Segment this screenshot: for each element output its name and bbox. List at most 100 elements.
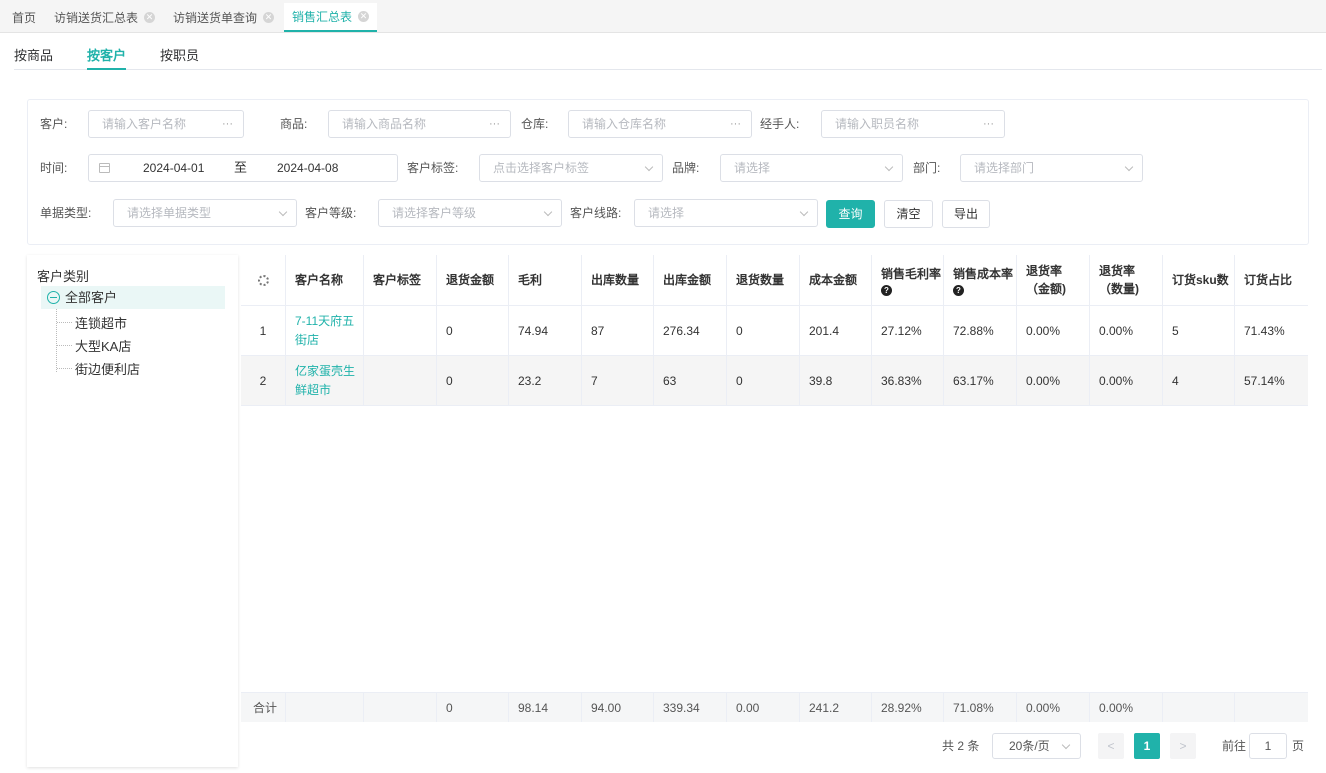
page-tabbar: 首页 访销送货汇总表 ✕ 访销送货单查询 ✕ 销售汇总表 ✕ [0,0,1326,33]
tree-node-convenience-store[interactable]: 街边便利店 [56,359,140,378]
header-return-qty[interactable]: 退货数量 [727,255,800,305]
main-content: 按商品 按客户 按职员 客户: 请输入客户名称 ··· 商品: 请输入商品名称 ··… [0,33,1326,773]
header-return-rate-amount[interactable]: 退货率（金额) [1017,255,1090,305]
table-row[interactable]: 2 亿家蛋壳生鲜超市 0 23.2 7 63 0 39.8 36.83% 63.… [241,356,1308,406]
tab-visit-delivery-summary[interactable]: 访销送货汇总表 ✕ [46,3,163,32]
tab-label: 访销送货汇总表 [54,11,139,25]
brand-select[interactable]: 请选择 [720,154,903,182]
help-icon[interactable]: ? [881,284,892,296]
header-label: 销售毛利率 [881,266,942,281]
customer-level-label: 客户等级: [305,206,357,220]
out-qty-cell: 87 [582,306,654,355]
customer-tag-select[interactable]: 点击选择客户标签 [479,154,663,182]
gross-profit-cell: 74.94 [509,306,582,355]
handler-input[interactable]: 请输入职员名称 ··· [821,110,1005,138]
summary-gross-profit: 98.14 [509,693,582,722]
product-placeholder: 请输入商品名称 [342,117,427,131]
row-index: 1 [241,306,286,355]
tree-node-chain-supermarket[interactable]: 连锁超市 [56,313,127,332]
prev-page-button[interactable]: < [1098,733,1124,759]
customer-name-link[interactable]: 7-11天府五街店 [295,312,363,350]
header-margin-rate[interactable]: 销售毛利率 ? [872,255,944,305]
table-summary-row: 合计 0 98.14 94.00 339.34 0.00 241.2 28.92… [241,692,1308,722]
header-return-rate-qty[interactable]: 退货率（数量) [1090,255,1163,305]
close-icon[interactable]: ✕ [144,12,156,23]
query-button[interactable]: 查询 [826,200,875,228]
date-end[interactable]: 2024-04-08 [277,155,338,181]
clear-button[interactable]: 清空 [884,200,933,228]
more-icon[interactable]: ··· [983,111,994,137]
filter-panel: 客户: 请输入客户名称 ··· 商品: 请输入商品名称 ··· 仓库: 请输入仓库名… [27,99,1309,245]
more-icon[interactable]: ··· [730,111,741,137]
customer-tag-label: 客户标签: [407,161,459,175]
header-sku-count[interactable]: 订货sku数 [1163,255,1235,305]
header-customer-name[interactable]: 客户名称 [286,255,364,305]
tab-by-employee[interactable]: 按职员 [160,45,199,64]
summary-return-rate-qty: 0.00% [1090,693,1163,722]
gear-icon[interactable] [257,274,269,286]
department-placeholder: 请选择部门 [974,161,1035,175]
department-select[interactable]: 请选择部门 [960,154,1143,182]
tab-label: 首页 [12,11,37,25]
handler-placeholder: 请输入职员名称 [835,117,920,131]
header-return-amount[interactable]: 退货金额 [437,255,509,305]
customer-route-select[interactable]: 请选择 [634,199,818,227]
goto-label: 前往 [1222,739,1247,753]
customer-level-select[interactable]: 请选择客户等级 [378,199,562,227]
more-icon[interactable]: ··· [222,111,233,137]
product-input[interactable]: 请输入商品名称 ··· [328,110,511,138]
page-size-select[interactable]: 20条/页 [992,733,1081,759]
customer-placeholder: 请输入客户名称 [102,117,187,131]
cost-amount-cell: 39.8 [800,356,872,405]
export-button[interactable]: 导出 [942,200,990,228]
summary-cost-amount: 241.2 [800,693,872,722]
help-icon[interactable]: ? [953,284,964,296]
goto-page-input[interactable]: 1 [1249,733,1287,759]
tab-by-product[interactable]: 按商品 [14,45,53,64]
column-settings-cell[interactable] [241,255,286,305]
page-number-current[interactable]: 1 [1134,733,1160,759]
chevron-down-icon [644,162,654,172]
tab-sales-summary[interactable]: 销售汇总表 ✕ [284,3,378,32]
doc-type-select[interactable]: 请选择单据类型 [113,199,297,227]
header-cost-rate[interactable]: 销售成本率 ? [944,255,1017,305]
summary-cost-rate: 71.08% [944,693,1017,722]
close-icon[interactable]: ✕ [263,12,275,23]
return-rate-qty-cell: 0.00% [1090,356,1163,405]
summary-return-qty: 0.00 [727,693,800,722]
customer-tag-placeholder: 点击选择客户标签 [493,161,590,175]
order-share-cell: 71.43% [1244,323,1285,338]
tree-node-large-ka-store[interactable]: 大型KA店 [56,336,131,355]
header-out-amount[interactable]: 出库金额 [654,255,727,305]
more-icon[interactable]: ··· [489,111,500,137]
chevron-down-icon [278,207,288,217]
cost-rate-cell: 72.88% [944,306,1017,355]
header-out-qty[interactable]: 出库数量 [582,255,654,305]
return-rate-amount-cell: 0.00% [1017,356,1090,405]
sales-summary-table: 客户名称 客户标签 退货金额 毛利 出库数量 出库金额 退货数量 成本金额 销售… [241,255,1308,722]
header-order-share[interactable]: 订货占比 [1235,255,1308,305]
product-label: 商品: [280,117,308,131]
summary-out-qty: 94.00 [582,693,654,722]
date-range-picker[interactable]: 2024-04-01 至 2024-04-08 [88,154,398,182]
next-page-button[interactable]: > [1170,733,1196,759]
tab-home[interactable]: 首页 [4,3,44,32]
close-icon[interactable]: ✕ [358,11,370,22]
customer-input[interactable]: 请输入客户名称 ··· [88,110,244,138]
tab-visit-delivery-query[interactable]: 访销送货单查询 ✕ [165,3,282,32]
customer-route-placeholder: 请选择 [648,206,685,220]
date-start[interactable]: 2024-04-01 [143,155,204,181]
summary-empty-cell [1163,693,1235,722]
warehouse-input[interactable]: 请输入仓库名称 ··· [568,110,752,138]
header-customer-tag[interactable]: 客户标签 [364,255,437,305]
tree-node-all-customers[interactable]: 全部客户 [41,286,225,309]
tree-node-label: 全部客户 [65,290,118,305]
header-cost-amount[interactable]: 成本金额 [800,255,872,305]
collapse-icon[interactable] [47,291,60,304]
return-qty-cell: 0 [727,356,800,405]
tab-by-customer[interactable]: 按客户 [87,45,127,70]
customer-name-link[interactable]: 亿家蛋壳生鲜超市 [295,362,363,400]
table-header: 客户名称 客户标签 退货金额 毛利 出库数量 出库金额 退货数量 成本金额 销售… [241,255,1308,306]
table-row[interactable]: 1 7-11天府五街店 0 74.94 87 276.34 0 201.4 27… [241,306,1308,356]
header-gross-profit[interactable]: 毛利 [509,255,582,305]
